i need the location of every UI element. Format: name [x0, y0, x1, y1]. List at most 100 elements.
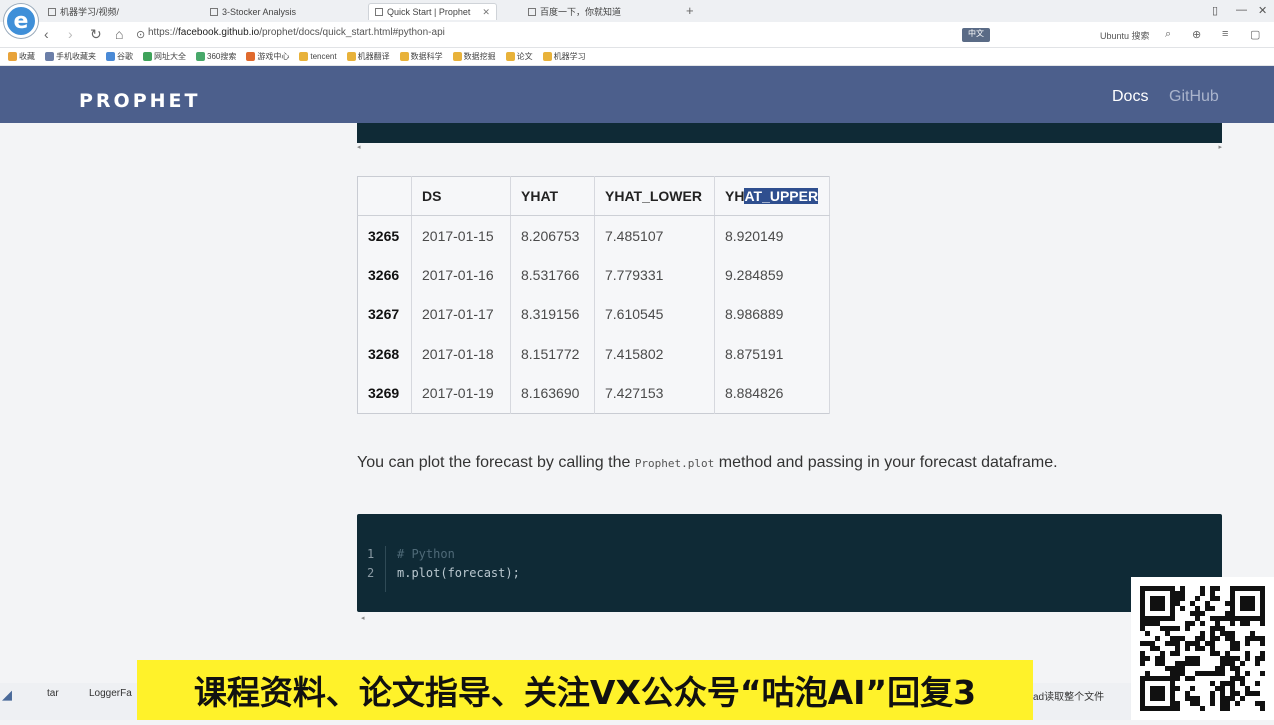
line-number: 2	[367, 566, 375, 580]
qr-module	[1250, 616, 1255, 621]
cell-yhat-upper: 8.875191	[714, 334, 830, 374]
tab-bar: 机器学习/视频/ 3-Stocker Analysis Quick Start …	[0, 0, 1274, 22]
code-block-previous	[357, 123, 1222, 143]
bookmark-item[interactable]: 数据挖掘	[452, 51, 496, 62]
bookmark-item[interactable]: 手机收藏夹	[45, 51, 96, 62]
bookmark-item[interactable]: 机器学习	[542, 51, 586, 62]
qr-module	[1260, 586, 1265, 591]
row-index: 3266	[357, 255, 412, 295]
qr-module	[1245, 606, 1250, 611]
page-action-icon[interactable]: ▢	[1250, 28, 1260, 41]
search-box[interactable]: Ubuntu 搜索	[1100, 29, 1150, 42]
menu-icon[interactable]: ≡	[1222, 28, 1228, 40]
close-icon[interactable]: ✕	[482, 7, 490, 18]
taskbar-item[interactable]: ad读取整个文件	[1033, 688, 1104, 703]
code-scrollbar[interactable]: ◂ ▸	[357, 143, 1222, 153]
qr-module	[1140, 601, 1145, 606]
qr-module	[1140, 626, 1145, 631]
bookmark-item[interactable]: 游戏中心	[246, 51, 289, 62]
browser-logo-icon[interactable]: e	[4, 4, 38, 38]
promo-banner: 课程资料、论文指导、关注VX公众号“咕泡AI”回复3	[137, 660, 1033, 720]
cell-yhat-upper: 8.884826	[714, 373, 830, 414]
qr-module	[1170, 681, 1175, 686]
google-icon	[106, 52, 115, 61]
qr-module	[1190, 611, 1195, 616]
bookmark-label: 网址大全	[154, 52, 186, 61]
qr-module	[1175, 686, 1180, 691]
taskbar-item[interactable]: tar	[47, 688, 59, 699]
tab-stocker[interactable]: 3-Stocker Analysis	[210, 3, 296, 20]
minimize-icon[interactable]: —	[1236, 4, 1247, 16]
cell-ds: 2017-01-18	[411, 334, 511, 374]
tab-baidu[interactable]: 百度一下，你就知道	[528, 3, 621, 20]
cell-ds: 2017-01-15	[411, 215, 511, 256]
scroll-left-icon[interactable]: ◂	[361, 614, 365, 622]
home-icon[interactable]: ⌂	[115, 26, 123, 42]
back-icon[interactable]: ‹	[44, 26, 49, 42]
qr-module	[1160, 606, 1165, 611]
qr-module	[1190, 686, 1195, 691]
qr-module	[1180, 671, 1185, 676]
qr-module	[1240, 676, 1245, 681]
qr-module	[1240, 596, 1245, 601]
forward-icon[interactable]: ›	[68, 26, 73, 42]
bookmark-label: 360搜索	[207, 52, 237, 61]
extension-icon[interactable]: ⊕	[1192, 28, 1201, 41]
reload-icon[interactable]: ↻	[90, 26, 102, 43]
taskbar-item[interactable]: LoggerFa	[89, 688, 132, 699]
scroll-right-icon[interactable]: ▸	[1218, 143, 1222, 151]
qr-module	[1160, 691, 1165, 696]
qr-module	[1150, 691, 1155, 696]
qr-module	[1255, 616, 1260, 621]
qr-module	[1140, 706, 1145, 711]
new-tab-button[interactable]: +	[686, 3, 694, 18]
taskbar-app-icon[interactable]: ◢	[2, 687, 12, 703]
nav-github-link[interactable]: GitHub	[1169, 88, 1219, 106]
qr-module	[1170, 616, 1175, 621]
restore-icon[interactable]: ▯	[1212, 4, 1218, 17]
site-header: PROPHET Docs GitHub	[0, 66, 1274, 123]
taskbar-left: ◢ tar LoggerFa	[0, 683, 137, 720]
lock-icon: ⊙	[136, 29, 146, 41]
qr-module	[1230, 661, 1235, 666]
table-row: 3269 2017-01-19 8.163690 7.427153 8.8848…	[357, 373, 830, 414]
bookmark-item[interactable]: 谷歌	[106, 51, 133, 62]
tab-quick-start[interactable]: Quick Start | Prophet ✕	[368, 3, 497, 20]
qr-module	[1145, 641, 1150, 646]
header-text: yh	[725, 188, 745, 204]
cell-yhat: 8.163690	[510, 373, 595, 414]
qr-module	[1200, 646, 1205, 651]
qr-module	[1225, 656, 1230, 661]
close-window-icon[interactable]: ✕	[1258, 4, 1267, 17]
cell-yhat-lower: 7.415802	[594, 334, 715, 374]
qr-module	[1195, 671, 1200, 676]
nav-docs-link[interactable]: Docs	[1112, 88, 1148, 106]
qr-module	[1260, 706, 1265, 711]
bookmark-item[interactable]: tencent	[299, 52, 337, 61]
qr-module	[1255, 701, 1260, 706]
cell-yhat-upper: 9.284859	[714, 255, 830, 295]
url-bar[interactable]: https://facebook.github.io/prophet/docs/…	[148, 27, 445, 38]
qr-module	[1145, 671, 1150, 676]
site-logo[interactable]: PROPHET	[79, 90, 200, 112]
translate-button[interactable]: 中文	[962, 28, 990, 42]
qr-module	[1185, 641, 1190, 646]
bookmark-item[interactable]: 360搜索	[196, 51, 236, 62]
bookmark-item[interactable]: 网址大全	[143, 51, 186, 62]
qr-module	[1180, 666, 1185, 671]
qr-module	[1225, 706, 1230, 711]
column-header-index	[357, 176, 412, 216]
row-index: 3267	[357, 294, 412, 335]
qr-module	[1170, 686, 1175, 691]
qr-module	[1220, 671, 1225, 676]
bookmark-item[interactable]: 机器翻译	[346, 51, 390, 62]
search-icon[interactable]: ⌕	[1165, 28, 1171, 41]
tab-ml-videos[interactable]: 机器学习/视频/	[48, 3, 119, 20]
scroll-left-icon[interactable]: ◂	[357, 144, 361, 151]
qr-module	[1245, 686, 1250, 691]
bookmark-item[interactable]: 数据科学	[399, 51, 443, 62]
qr-module	[1140, 661, 1145, 666]
qr-module	[1250, 606, 1255, 611]
bookmark-item[interactable]: 收藏	[8, 51, 35, 62]
bookmark-item[interactable]: 论文	[505, 51, 533, 62]
